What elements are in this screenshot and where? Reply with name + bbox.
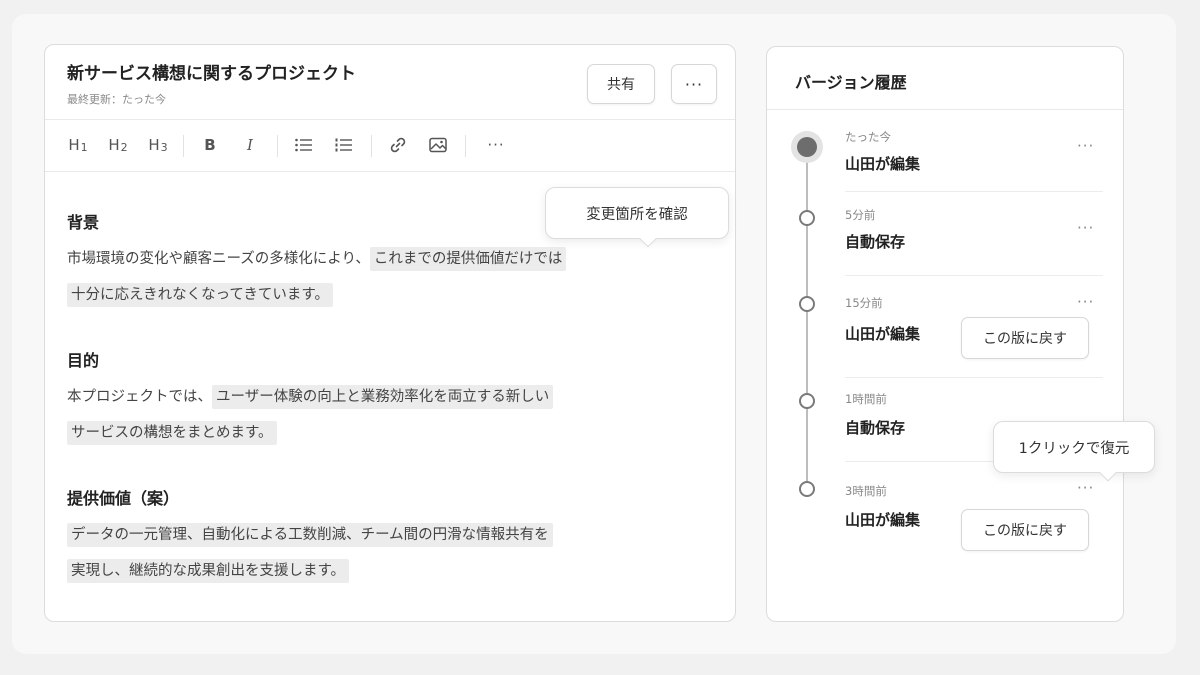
changes-tooltip-text: 変更箇所を確認 xyxy=(586,206,688,223)
paragraph-line: 市場環境の変化や顧客ニーズの多様化により、 これまでの提供価値だけでは xyxy=(67,247,567,271)
changed-text-highlight: ユーザー体験の向上と業務効率化を両立する新しい xyxy=(212,385,554,409)
toolbar-divider xyxy=(277,135,278,157)
version-label[interactable]: 自動保存 xyxy=(845,231,905,252)
restore-tooltip-text: 1クリックで復元 xyxy=(1018,440,1130,457)
heading3-sub: 3 xyxy=(160,140,168,154)
timeline-line xyxy=(806,147,808,491)
document-title: 新サービス構想に関するプロジェクト xyxy=(67,64,356,84)
heading1-label: H xyxy=(68,136,80,154)
heading1-button[interactable]: H1 xyxy=(65,133,91,157)
version-label[interactable]: 山田が編集 xyxy=(845,509,920,530)
section-heading-value: 提供価値（案） xyxy=(67,489,180,508)
version-time: 15分前 xyxy=(845,296,883,310)
tooltip-tail xyxy=(639,230,657,248)
changed-text-highlight: 十分に応えきれなくなってきています。 xyxy=(67,283,333,307)
version-divider xyxy=(845,191,1103,192)
text-segment: 本プロジェクトでは、 xyxy=(67,389,212,405)
toolbar-divider xyxy=(183,135,184,157)
heading2-sub: 2 xyxy=(120,140,128,154)
version-divider xyxy=(845,377,1103,378)
restore-version-button[interactable]: この版に戻す xyxy=(961,509,1089,551)
timeline-dot xyxy=(799,481,815,497)
italic-button[interactable]: I xyxy=(237,133,263,157)
heading3-label: H xyxy=(148,136,160,154)
version-more-button[interactable]: ··· xyxy=(1077,137,1094,155)
version-time: 5分前 xyxy=(845,208,876,222)
toolbar-divider xyxy=(465,135,466,157)
heading1-sub: 1 xyxy=(80,140,88,154)
heading2-button[interactable]: H2 xyxy=(105,133,131,157)
version-label[interactable]: 山田が編集 xyxy=(845,153,920,174)
section-heading-purpose: 目的 xyxy=(67,351,100,370)
heading2-label: H xyxy=(108,136,120,154)
version-label[interactable]: 山田が編集 xyxy=(845,323,920,344)
version-history-title: バージョン履歴 xyxy=(795,73,907,92)
version-divider xyxy=(845,275,1103,276)
bullet-list-icon[interactable] xyxy=(291,133,317,157)
version-time: 1時間前 xyxy=(845,392,887,406)
more-options-button[interactable]: ··· xyxy=(671,64,717,104)
paragraph-line: 本プロジェクトでは、 ユーザー体験の向上と業務効率化を両立する新しい xyxy=(67,385,554,409)
paragraph-line: 十分に応えきれなくなってきています。 xyxy=(67,283,333,307)
version-time: たった今 xyxy=(845,130,891,144)
toolbar-more-button[interactable]: ··· xyxy=(483,133,509,157)
changes-tooltip: 変更箇所を確認 xyxy=(545,187,729,248)
toolbar-divider xyxy=(371,135,372,157)
timeline-dot-current xyxy=(797,137,817,157)
restore-tooltip: 1クリックで復元 xyxy=(993,421,1155,482)
history-header-divider xyxy=(767,109,1123,110)
paragraph-line: 実現し、継続的な成果創出を支援します。 xyxy=(67,559,350,583)
text-segment: 市場環境の変化や顧客ニーズの多様化により、 xyxy=(67,251,370,267)
bold-button[interactable]: B xyxy=(197,133,223,157)
formatting-toolbar: H1 H2 H3 B I ··· xyxy=(45,119,735,171)
image-icon[interactable] xyxy=(425,133,451,157)
version-more-button[interactable]: ··· xyxy=(1077,479,1094,497)
numbered-list-icon[interactable] xyxy=(331,133,357,157)
version-more-button[interactable]: ··· xyxy=(1077,219,1094,237)
document-editor: 新サービス構想に関するプロジェクト 最終更新：たった今 共有 ··· H1 H2… xyxy=(44,44,736,622)
changed-text-highlight: サービスの構想をまとめます。 xyxy=(67,421,277,445)
version-history-panel: バージョン履歴 たった今 山田が編集 ··· 5分前 自動保存 ··· 15分前… xyxy=(766,46,1155,622)
tooltip-tail xyxy=(1099,464,1117,482)
paragraph-line: データの一元管理、自動化による工数削減、チーム間の円滑な情報共有を xyxy=(67,523,553,547)
toolbar-divider-line xyxy=(45,171,735,172)
timeline-dot xyxy=(799,393,815,409)
version-more-button[interactable]: ··· xyxy=(1077,293,1094,311)
restore-version-button[interactable]: この版に戻す xyxy=(961,317,1089,359)
changed-text-highlight: 実現し、継続的な成果創出を支援します。 xyxy=(67,559,350,583)
paragraph-line: サービスの構想をまとめます。 xyxy=(67,421,277,445)
last-updated-text: 最終更新：たった今 xyxy=(67,93,166,106)
timeline-dot xyxy=(799,296,815,312)
timeline-dot xyxy=(799,210,815,226)
section-heading-background: 背景 xyxy=(67,213,100,232)
share-button[interactable]: 共有 xyxy=(587,64,655,104)
heading3-button[interactable]: H3 xyxy=(145,133,171,157)
version-label[interactable]: 自動保存 xyxy=(845,417,905,438)
link-icon[interactable] xyxy=(385,133,411,157)
changed-text-highlight: これまでの提供価値だけでは xyxy=(369,247,567,271)
version-time: 3時間前 xyxy=(845,484,887,498)
changed-text-highlight: データの一元管理、自動化による工数削減、チーム間の円滑な情報共有を xyxy=(67,523,553,547)
